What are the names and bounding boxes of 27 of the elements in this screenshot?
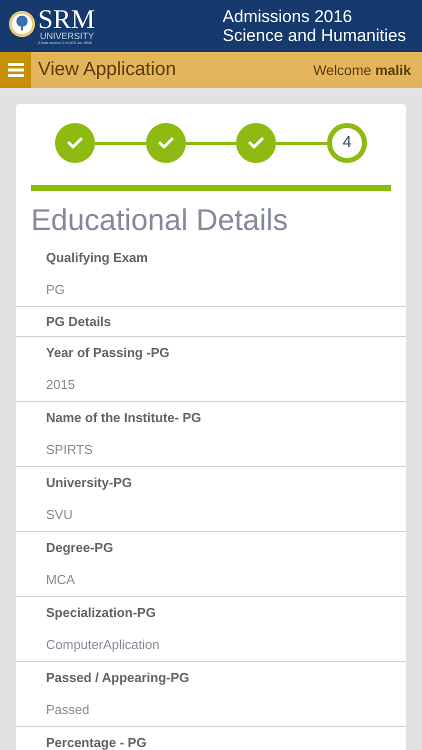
field-label: Specialization-PG [46, 605, 157, 620]
tree-emblem-icon [8, 10, 36, 38]
page-title: View Application [38, 59, 178, 81]
field-value: Passed [46, 702, 90, 717]
field-label: Qualifying Exam [46, 250, 149, 265]
field-value: SVU [46, 507, 74, 522]
field-label: Degree-PG [46, 540, 114, 555]
header-title: Science and Humanities [222, 26, 406, 45]
field-label: Year of Passing -PG [46, 345, 171, 360]
field-value: PG [46, 282, 66, 297]
field-value: MCA [46, 572, 76, 587]
field-label: Percentage - PG [46, 735, 148, 750]
welcome-text: Welcome malik [313, 62, 411, 78]
field-label: Passed / Appearing-PG [46, 670, 190, 685]
logo-name: SRM [38, 6, 96, 32]
field-label: University-PG [46, 475, 133, 490]
field-value: SPIRTS [46, 442, 94, 457]
group-heading: PG Details [46, 314, 112, 329]
logo-subtitle: UNIVERSITY [40, 32, 96, 41]
field-value: ComputerAplication [46, 637, 160, 652]
section-title: Educational Details [31, 204, 289, 238]
header-title: Admissions 2016 [222, 7, 354, 26]
menu-icon [8, 63, 24, 77]
menu-button[interactable] [0, 52, 31, 88]
field-label: Name of the Institute- PG [46, 410, 202, 425]
step-number: 4 [327, 123, 368, 163]
field-value: 2015 [46, 377, 76, 392]
